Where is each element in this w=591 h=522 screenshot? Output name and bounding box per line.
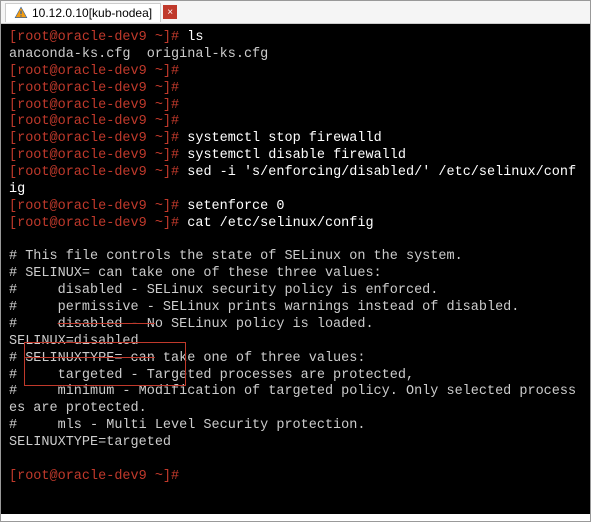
tab-bar: 10.12.0.10[kub-nodea] × — [1, 1, 590, 24]
prompt: [root@oracle-dev9 ~]# — [9, 98, 179, 113]
selinuxtype-setting: SELINUXTYPE=targeted — [9, 435, 171, 450]
prompt: [root@oracle-dev9 ~]# — [9, 64, 179, 79]
prompt: [root@oracle-dev9 ~]# — [9, 165, 179, 180]
config-line: # targeted - Targeted processes are prot… — [9, 368, 414, 383]
cmd-cat: cat /etc/selinux/config — [187, 216, 373, 231]
config-line: # disabled - No SELinux policy is loaded… — [9, 317, 374, 332]
cmd-ls: ls — [187, 30, 203, 45]
tab-title: 10.12.0.10[kub-nodea] — [32, 6, 152, 20]
config-line: # minimum - Modification of targeted pol… — [9, 384, 576, 416]
cmd-disable-firewall: systemctl disable firewalld — [187, 148, 406, 163]
config-line: # SELINUXTYPE= can take one of three val… — [9, 351, 365, 366]
close-icon[interactable]: × — [163, 5, 177, 19]
selinux-setting: SELINUX=disabled — [9, 334, 139, 349]
config-line: # disabled - SELinux security policy is … — [9, 283, 438, 298]
prompt: [root@oracle-dev9 ~]# — [9, 114, 179, 129]
prompt: [root@oracle-dev9 ~]# — [9, 30, 179, 45]
prompt: [root@oracle-dev9 ~]# — [9, 131, 179, 146]
config-line: # SELINUX= can take one of these three v… — [9, 266, 382, 281]
prompt: [root@oracle-dev9 ~]# — [9, 148, 179, 163]
terminal-window: 10.12.0.10[kub-nodea] × [root@oracle-dev… — [0, 0, 591, 522]
cmd-stop-firewall: systemctl stop firewalld — [187, 131, 381, 146]
cmd-setenforce: setenforce 0 — [187, 199, 284, 214]
prompt: [root@oracle-dev9 ~]# — [9, 81, 179, 96]
warning-icon — [14, 6, 28, 20]
session-tab[interactable]: 10.12.0.10[kub-nodea] — [5, 3, 161, 22]
config-line: # This file controls the state of SELinu… — [9, 249, 463, 264]
terminal-area: [root@oracle-dev9 ~]# ls anaconda-ks.cfg… — [1, 24, 590, 514]
terminal-output[interactable]: [root@oracle-dev9 ~]# ls anaconda-ks.cfg… — [1, 24, 590, 514]
prompt: [root@oracle-dev9 ~]# — [9, 199, 179, 214]
prompt: [root@oracle-dev9 ~]# — [9, 469, 179, 484]
config-line: # mls - Multi Level Security protection. — [9, 418, 365, 433]
ls-output: anaconda-ks.cfg original-ks.cfg — [9, 47, 268, 62]
prompt: [root@oracle-dev9 ~]# — [9, 216, 179, 231]
config-line: # permissive - SELinux prints warnings i… — [9, 300, 519, 315]
